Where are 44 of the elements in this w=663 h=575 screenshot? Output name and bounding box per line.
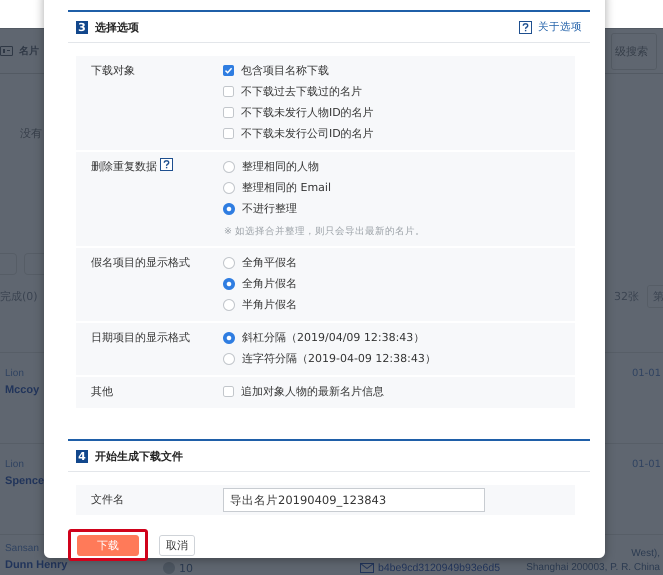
checkbox[interactable] [223, 65, 234, 76]
option-label[interactable]: 斜杠分隔（2019/04/09 12:38:43） [242, 330, 424, 345]
step-number-badge: 4 [76, 450, 88, 462]
field-label: 日期项目的显示格式 [91, 330, 190, 346]
help-icon [519, 20, 532, 34]
field-label: 文件名 [91, 492, 124, 508]
radio-button[interactable] [223, 256, 235, 268]
option-label[interactable]: 全角片假名 [242, 276, 297, 291]
section-title: 选择选项 [95, 20, 139, 34]
option-label[interactable]: 包含项目名称下载 [241, 63, 329, 78]
option-label[interactable]: 连字符分隔（2019-04-09 12:38:43） [242, 351, 436, 366]
option-label[interactable]: 整理相同的人物 [242, 159, 319, 174]
radio-button[interactable] [223, 332, 235, 344]
step-number-badge: 3 [76, 20, 88, 34]
file-name-field[interactable]: 导出名片20190409_123843 [223, 488, 485, 512]
note-text: ※ 如选择合并整理，则只会导出最新的名片。 [224, 225, 425, 238]
field-label: 下载对象 [91, 63, 135, 79]
radio-button[interactable] [223, 182, 235, 194]
card-icon [0, 46, 13, 56]
radio-button[interactable] [223, 160, 235, 172]
option-label[interactable]: 追加对象人物的最新名片信息 [241, 384, 384, 399]
count-icon [163, 562, 175, 574]
radio-button[interactable] [223, 202, 235, 214]
option-label[interactable]: 不下载未发行公司ID的名片 [241, 126, 374, 141]
radio-button[interactable] [223, 278, 235, 290]
mail-icon [360, 563, 374, 573]
option-label[interactable]: 不下载未发行人物ID的名片 [241, 105, 374, 120]
checkbox[interactable] [223, 128, 234, 139]
option-label[interactable]: 不进行整理 [242, 201, 297, 216]
radio-button[interactable] [223, 298, 235, 310]
checkbox[interactable] [223, 86, 234, 97]
option-label[interactable]: 不下载过去下载过的名片 [241, 84, 362, 99]
field-label: 假名项目的显示格式 [91, 255, 190, 271]
checkbox[interactable] [223, 107, 234, 118]
cancel-button[interactable]: 取消 [159, 535, 195, 556]
option-label[interactable]: 半角片假名 [242, 297, 297, 312]
checkbox[interactable] [223, 386, 234, 397]
about-options-link[interactable]: 关于选项 [538, 20, 582, 34]
field-label: 删除重复数据 [91, 159, 157, 175]
option-label[interactable]: 全角平假名 [242, 255, 297, 270]
section-title: 开始生成下载文件 [95, 448, 183, 464]
field-label: 其他 [91, 384, 113, 400]
option-label[interactable]: 整理相同的 Email [242, 180, 332, 195]
radio-button[interactable] [223, 352, 235, 364]
